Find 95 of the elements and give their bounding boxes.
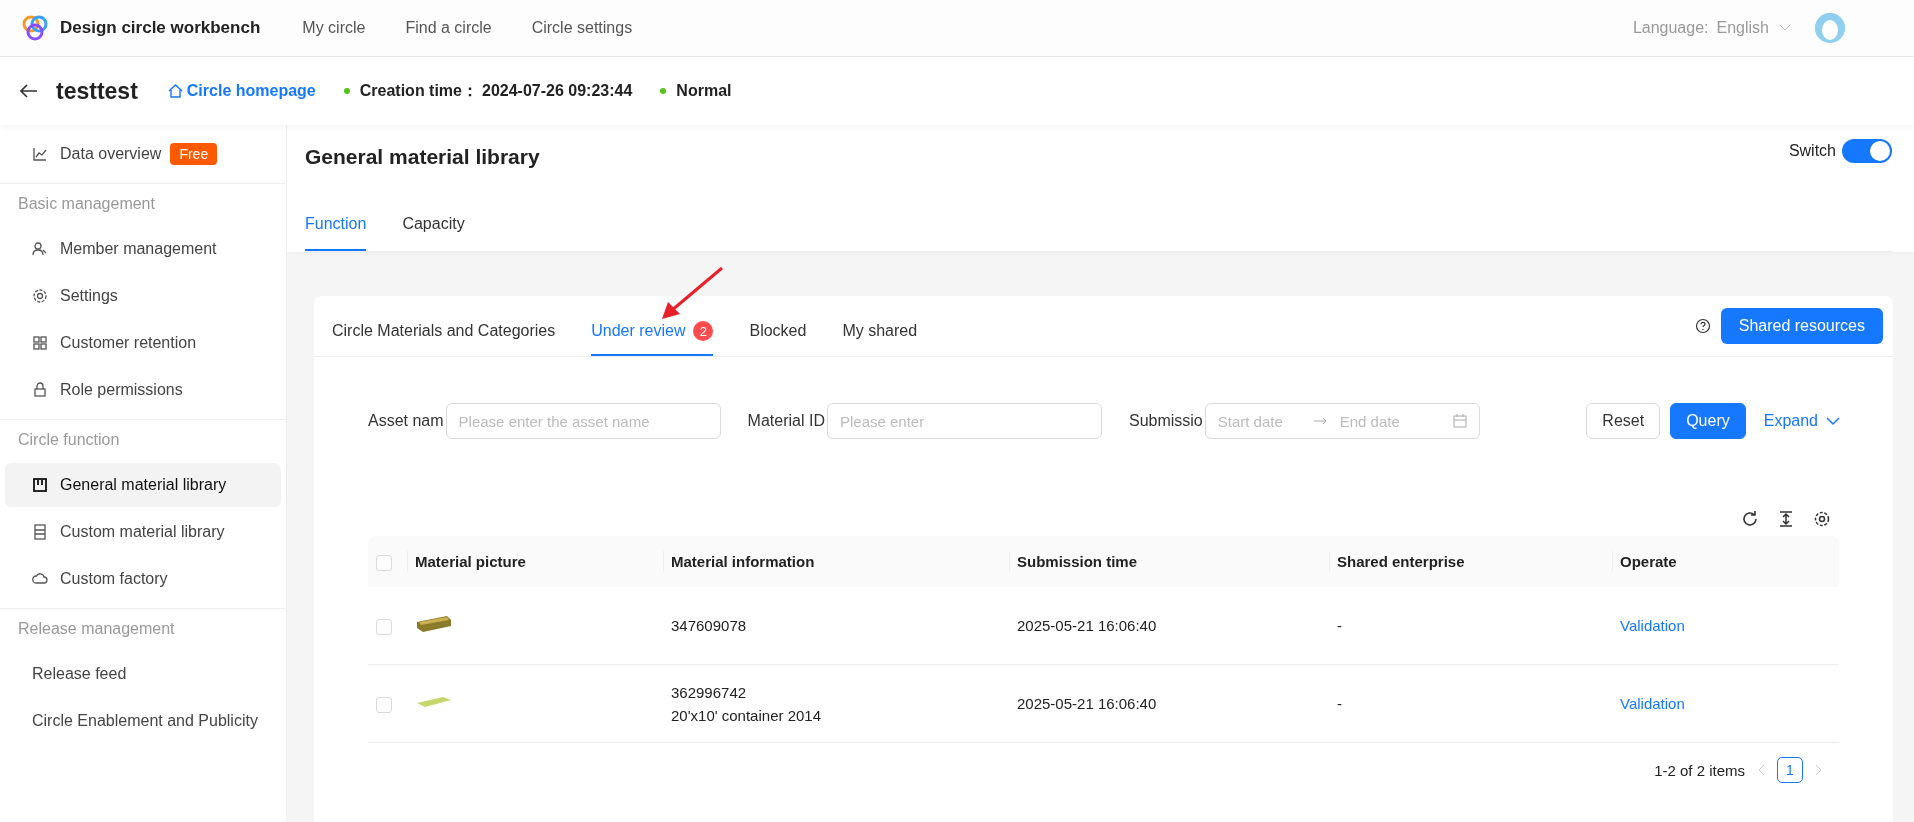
sidebar-item[interactable]: Settings	[5, 274, 281, 318]
nav-link[interactable]: Find a circle	[405, 19, 492, 37]
back-arrow-icon[interactable]	[20, 84, 38, 98]
checkbox[interactable]	[376, 696, 392, 713]
sidebar-item[interactable]: General material library	[5, 463, 281, 507]
sidebar-item-label: Data overview	[60, 145, 162, 163]
material-info-text: 347609078	[671, 617, 748, 634]
validation-link[interactable]: Validation	[1620, 617, 1685, 634]
tab[interactable]: Circle Materials and Categories	[332, 296, 556, 356]
app-title: Design circle workbench	[60, 18, 261, 38]
creation-time-label: Creation time：	[359, 80, 478, 101]
tab[interactable]: My shared	[842, 296, 918, 356]
text-input-field[interactable]: Please enter the asset name	[445, 403, 721, 439]
checkbox[interactable]	[376, 554, 392, 571]
column-header: Shared enterprise	[1329, 536, 1612, 587]
sidebar-item-label: Circle Enablement and Publicity	[32, 712, 258, 730]
page-number[interactable]: 1	[1777, 757, 1803, 783]
logo-icon	[20, 13, 50, 43]
shared-enterprise: -	[1337, 695, 1342, 712]
refresh-icon[interactable]	[1741, 510, 1759, 528]
sidebar-item-label: Custom material library	[60, 523, 225, 541]
sidebar-item-label: Customer retention	[60, 334, 197, 352]
status-dot	[660, 88, 667, 94]
page-title: General material library	[305, 145, 540, 169]
tab[interactable]: Blocked	[749, 296, 807, 356]
circle-homepage-link[interactable]: Circle homepage	[167, 82, 316, 100]
free-badge: Free	[170, 143, 218, 165]
pagination-summary: 1-2 of 2 items	[1654, 761, 1745, 779]
gear-icon	[32, 288, 48, 304]
sidebar-item[interactable]: Member management	[5, 227, 281, 271]
grid-icon	[32, 335, 48, 351]
circle-name: testtest	[56, 77, 138, 105]
shared-resources-button[interactable]: Shared resources	[1720, 308, 1883, 344]
sidebar-item-label: Custom factory	[60, 570, 168, 588]
sidebar-item-label: General material library	[60, 476, 227, 494]
home-icon	[167, 84, 183, 98]
sidebar-item-label: Member management	[60, 240, 217, 258]
sidebar-item[interactable]: Role permissions	[5, 368, 281, 412]
lock-icon	[32, 382, 48, 398]
shared-enterprise: -	[1337, 617, 1342, 634]
chevron-down-icon	[1826, 416, 1840, 426]
filter-label: Asset nam	[368, 412, 444, 430]
expand-link[interactable]: Expand	[1763, 412, 1840, 430]
circle-status: Normal	[676, 82, 732, 100]
material-info-text: 20'x10' container 2014	[671, 706, 822, 724]
sidebar-item-label: Release feed	[32, 665, 127, 683]
sidebar-item[interactable]: Custom factory	[5, 557, 281, 601]
column-header: Material picture	[407, 536, 663, 587]
sidebar-item[interactable]: Circle Enablement and Publicity	[5, 699, 281, 743]
settings-icon[interactable]	[1813, 510, 1831, 528]
product-thumbnail	[415, 695, 453, 709]
help-icon[interactable]	[1694, 318, 1711, 334]
reset-button[interactable]: Reset	[1586, 403, 1661, 439]
product-thumbnail	[415, 614, 453, 634]
sidebar-section-heading: Release management	[17, 619, 176, 639]
tab[interactable]: Capacity	[402, 215, 465, 251]
checkbox[interactable]	[376, 618, 392, 635]
chart-icon	[32, 146, 48, 162]
column-header: Material information	[663, 536, 1009, 587]
arrow-right-icon	[1313, 417, 1328, 425]
query-button[interactable]: Query	[1670, 403, 1746, 439]
calendar-icon	[1452, 414, 1467, 428]
tab[interactable]: Function	[305, 215, 367, 251]
material-info-text: 362996742	[671, 683, 748, 701]
cloud-icon	[32, 571, 48, 587]
submission-time: 2025-05-21 16:06:40	[1017, 617, 1157, 634]
sidebar-item[interactable]: Release feed	[5, 652, 281, 696]
toggle-switch[interactable]	[1842, 139, 1892, 163]
date-range-field[interactable]: Start date End date	[1204, 403, 1480, 439]
sidebar-item[interactable]: Custom material library	[5, 510, 281, 554]
filter-label: Submissio	[1128, 412, 1203, 430]
creation-time: 2024-07-26 09:23:44	[482, 82, 633, 100]
chevron-down-icon	[1779, 24, 1791, 32]
board-icon	[32, 477, 48, 493]
nav-link[interactable]: My circle	[302, 19, 366, 37]
sidebar-item[interactable]: Data overview Free	[5, 132, 281, 176]
people-icon	[32, 241, 48, 257]
document-icon	[32, 524, 48, 540]
count-badge: 2	[693, 321, 714, 341]
sidebar-section-heading: Basic management	[17, 194, 156, 214]
submission-time: 2025-05-21 16:06:40	[1017, 695, 1157, 712]
sidebar-item-label: Role permissions	[60, 381, 183, 399]
validation-link[interactable]: Validation	[1620, 695, 1685, 712]
text-input-field[interactable]: Please enter	[826, 403, 1102, 439]
sidebar-section-heading: Circle function	[17, 430, 121, 450]
column-header: Submission time	[1009, 536, 1329, 587]
status-dot	[343, 88, 350, 94]
column-header: Operate	[1612, 536, 1839, 587]
switch-label: Switch	[1788, 142, 1836, 160]
language-label: Language:	[1632, 19, 1709, 37]
sidebar-item-label: Settings	[60, 287, 118, 305]
filter-label: Material ID	[747, 412, 825, 430]
column-height-icon[interactable]	[1777, 510, 1795, 528]
nav-link[interactable]: Circle settings	[531, 19, 633, 37]
sidebar-item[interactable]: Customer retention	[5, 321, 281, 365]
